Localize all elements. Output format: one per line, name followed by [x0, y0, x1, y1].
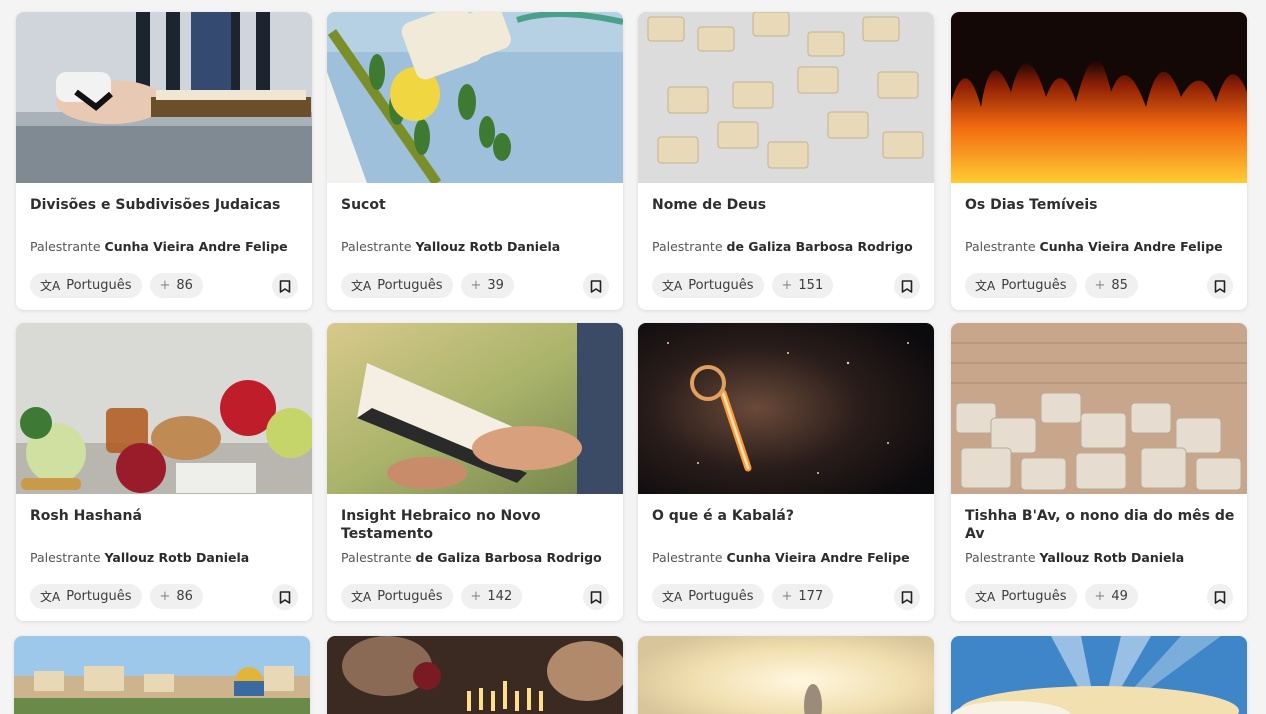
lecture-card[interactable]: Sucot Palestrante Yallouz Rotb Daniela 文…: [327, 12, 623, 310]
translate-icon: 文A: [40, 279, 61, 293]
bookmark-icon: [590, 590, 602, 604]
bookmark-button[interactable]: [894, 273, 920, 299]
count-chip: +39: [460, 273, 514, 298]
translate-icon: 文A: [351, 590, 372, 604]
language-chip: 文A Português: [341, 273, 453, 298]
lecture-card[interactable]: O que é a Kabalá? Palestrante Cunha Viei…: [638, 323, 934, 621]
lecture-thumbnail[interactable]: [638, 323, 934, 494]
lecture-title[interactable]: Sucot: [341, 196, 611, 214]
lecture-thumbnail[interactable]: [638, 636, 934, 714]
lecture-thumbnail[interactable]: [16, 12, 312, 183]
lecture-grid: Divisões e Subdivisões Judaicas Palestra…: [0, 0, 1266, 714]
lecture-title[interactable]: O que é a Kabalá?: [652, 507, 922, 525]
plus-icon: +: [1094, 278, 1106, 293]
lecture-title[interactable]: Rosh Hashaná: [30, 507, 300, 525]
lecture-card[interactable]: [14, 636, 310, 714]
bookmark-icon: [590, 279, 602, 293]
lecture-speaker: Palestrante de Galiza Barbosa Rodrigo: [652, 239, 913, 254]
lecture-speaker: Palestrante Yallouz Rotb Daniela: [341, 239, 561, 254]
bookmark-icon: [279, 590, 291, 604]
bookmark-button[interactable]: [1207, 584, 1233, 610]
plus-icon: +: [159, 278, 171, 293]
count-chip: +85: [1084, 273, 1138, 298]
language-chip: 文A Português: [652, 584, 764, 609]
count-chip: +142: [460, 584, 523, 609]
translate-icon: 文A: [662, 590, 683, 604]
language-chip: 文A Português: [341, 584, 453, 609]
language-chip: 文A Português: [652, 273, 764, 298]
plus-icon: +: [1094, 589, 1106, 604]
lecture-title[interactable]: Insight Hebraico no Novo Testamento: [341, 507, 611, 543]
lecture-title[interactable]: Nome de Deus: [652, 196, 922, 214]
lecture-thumbnail[interactable]: [951, 12, 1247, 183]
lecture-speaker: Palestrante Cunha Vieira Andre Felipe: [652, 550, 910, 565]
lecture-thumbnail[interactable]: [14, 636, 310, 714]
plus-icon: +: [781, 278, 793, 293]
lecture-card[interactable]: [638, 636, 934, 714]
bookmark-icon: [279, 279, 291, 293]
language-chip: 文A Português: [30, 584, 142, 609]
bookmark-icon: [1214, 590, 1226, 604]
lecture-speaker: Palestrante Yallouz Rotb Daniela: [965, 550, 1185, 565]
count-chip: +86: [149, 273, 203, 298]
lecture-speaker: Palestrante Cunha Vieira Andre Felipe: [965, 239, 1223, 254]
lecture-title[interactable]: Divisões e Subdivisões Judaicas: [30, 196, 300, 214]
bookmark-button[interactable]: [1207, 273, 1233, 299]
lecture-thumbnail[interactable]: [327, 636, 623, 714]
bookmark-button[interactable]: [272, 584, 298, 610]
lecture-thumbnail[interactable]: [951, 323, 1247, 494]
count-chip: +86: [149, 584, 203, 609]
count-chip: +151: [771, 273, 834, 298]
lecture-card[interactable]: [951, 636, 1247, 714]
lecture-card[interactable]: Os Dias Temíveis Palestrante Cunha Vieir…: [951, 12, 1247, 310]
lecture-title[interactable]: Tishha B'Av, o nono dia do mês de Av: [965, 507, 1235, 543]
translate-icon: 文A: [662, 279, 683, 293]
lecture-speaker: Palestrante de Galiza Barbosa Rodrigo: [341, 550, 602, 565]
lecture-speaker: Palestrante Cunha Vieira Andre Felipe: [30, 239, 288, 254]
bookmark-button[interactable]: [894, 584, 920, 610]
translate-icon: 文A: [975, 279, 996, 293]
count-chip: +49: [1084, 584, 1138, 609]
lecture-card[interactable]: Nome de Deus Palestrante de Galiza Barbo…: [638, 12, 934, 310]
plus-icon: +: [470, 589, 482, 604]
translate-icon: 文A: [351, 279, 372, 293]
lecture-thumbnail[interactable]: [16, 323, 312, 494]
bookmark-icon: [1214, 279, 1226, 293]
translate-icon: 文A: [40, 590, 61, 604]
language-chip: 文A Português: [965, 273, 1077, 298]
plus-icon: +: [470, 278, 482, 293]
lecture-speaker: Palestrante Yallouz Rotb Daniela: [30, 550, 250, 565]
bookmark-button[interactable]: [583, 584, 609, 610]
bookmark-icon: [901, 590, 913, 604]
lecture-thumbnail[interactable]: [638, 12, 934, 183]
bookmark-button[interactable]: [272, 273, 298, 299]
lecture-card[interactable]: Tishha B'Av, o nono dia do mês de Av Pal…: [951, 323, 1247, 621]
lecture-thumbnail[interactable]: [327, 12, 623, 183]
count-chip: +177: [771, 584, 834, 609]
lecture-title[interactable]: Os Dias Temíveis: [965, 196, 1235, 214]
bookmark-button[interactable]: [583, 273, 609, 299]
lecture-thumbnail[interactable]: [327, 323, 623, 494]
lecture-card[interactable]: Divisões e Subdivisões Judaicas Palestra…: [16, 12, 312, 310]
translate-icon: 文A: [975, 590, 996, 604]
lecture-thumbnail[interactable]: [951, 636, 1247, 714]
language-chip: 文A Português: [30, 273, 142, 298]
bookmark-icon: [901, 279, 913, 293]
lecture-card[interactable]: [327, 636, 623, 714]
lecture-card[interactable]: Rosh Hashaná Palestrante Yallouz Rotb Da…: [16, 323, 312, 621]
lecture-card[interactable]: Insight Hebraico no Novo Testamento Pale…: [327, 323, 623, 621]
language-chip: 文A Português: [965, 584, 1077, 609]
plus-icon: +: [781, 589, 793, 604]
plus-icon: +: [159, 589, 171, 604]
